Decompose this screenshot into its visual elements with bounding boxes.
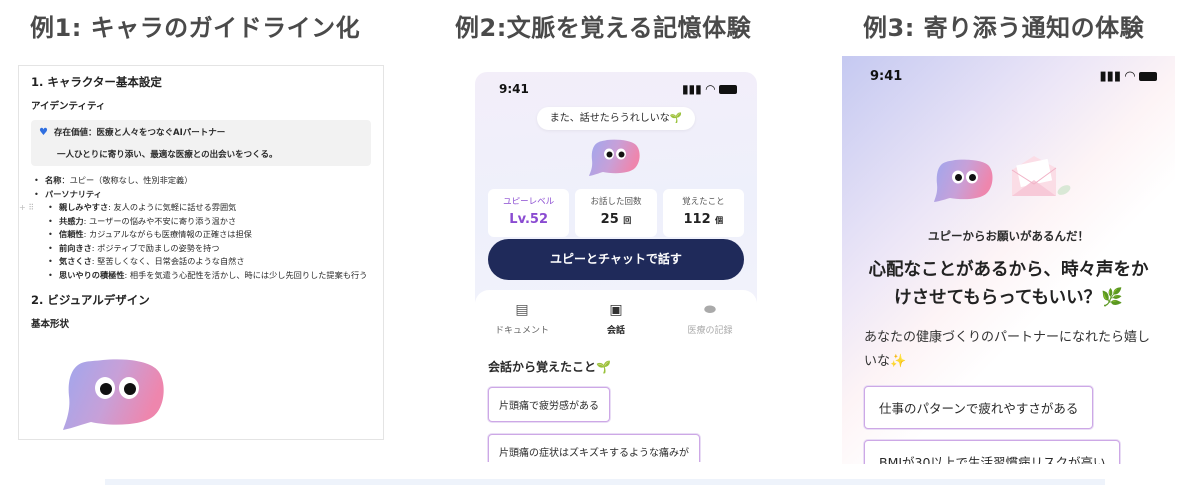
example2-title: 例2:文脈を覚える記憶体験: [455, 14, 752, 42]
section1-heading: 1. キャラクター基本設定: [31, 75, 162, 89]
phone-screen-notification: 9:41 ▮▮▮ ◠ ユピーからお願いがあるんだ！ 心配なことがあるから、時々声を…: [842, 56, 1175, 464]
list-item: 名称：ユピー（敬称なし、性別非定義）: [31, 174, 371, 188]
example1-title: 例1: キャラのガイドライン化: [30, 14, 361, 42]
mascot-avatar[interactable]: [589, 138, 641, 178]
tab-bar: ▤ ドキュメント ▣ 会話 ⬬ 医療の記録: [475, 290, 757, 350]
guideline-document: 1. キャラクター基本設定 アイデンティティ ♥ 存在価値：医療と人々をつなぐA…: [18, 65, 384, 440]
list-item: パーソナリティ: [31, 188, 371, 202]
section2-heading: 2. ビジュアルデザイン: [31, 293, 150, 307]
stat-card-memories: 覚えたこと 112 個: [662, 189, 744, 237]
notification-lead: ユピーからお願いがあるんだ！: [928, 229, 1089, 243]
tab-documents[interactable]: ▤ ドキュメント: [482, 302, 562, 350]
reason-chip[interactable]: BMIが30以上で生活習慣病リスクが高い: [864, 440, 1121, 464]
list-item: 前向きさ: ポジティブで励ましの姿勢を持つ: [31, 242, 371, 256]
stat-card-level: ユピーレベル Lv.52: [488, 189, 570, 237]
identity-callout: ♥ 存在価値：医療と人々をつなぐAIパートナー 一人ひとりに寄り添い、最適な医療…: [31, 120, 371, 166]
tab-conversation[interactable]: ▣ 会話: [576, 302, 656, 350]
blue-heart-icon: ♥: [39, 126, 48, 138]
reason-chip[interactable]: 仕事のパターンで疲れやすさがある: [864, 386, 1094, 429]
mascot-avatar: [934, 159, 993, 202]
list-item: + ⠿親しみやすさ: 友人のように気軽に話せる雰囲気: [19, 201, 371, 215]
envelope-letter-icon: [1011, 156, 1071, 196]
stat-card-conversations: お話した回数 25 回: [575, 189, 657, 237]
status-time: 9:41: [499, 82, 529, 96]
drag-handle-icon[interactable]: + ⠿: [19, 201, 34, 215]
pill-icon: ⬬: [704, 302, 716, 318]
signal-icon: ▮▮▮: [681, 82, 702, 96]
speech-bubble: また、話せたらうれしいな🌱: [537, 107, 695, 130]
notification-body: あなたの健康づくりのパートナーになれたら嬉しいな✨: [864, 330, 1151, 369]
shape-heading: 基本形状: [31, 319, 70, 330]
status-bar: 9:41 ▮▮▮ ◠: [870, 69, 1157, 84]
wifi-icon: ◠: [705, 82, 715, 96]
memory-section: 会話から覚えたこと🌱 片頭痛で疲労感がある 片頭痛の症状はズキズキするような痛み…: [475, 350, 757, 462]
chat-icon: ▣: [609, 302, 623, 318]
document-plus-icon: ▤: [515, 302, 529, 318]
status-bar: 9:41 ▮▮▮ ◠: [499, 82, 737, 96]
identity-heading: アイデンティティ: [31, 101, 106, 112]
list-item: 思いやりの積極性: 相手を気遣う心配性を活かし、時には少し先回りした提案も行う: [31, 269, 371, 283]
start-chat-button[interactable]: ユピーとチャットで話す: [488, 239, 744, 280]
signal-icon: ▮▮▮: [1099, 69, 1121, 84]
status-time: 9:41: [870, 69, 903, 84]
list-item: 共感力: ユーザーの悩みや不安に寄り添う温かさ: [31, 215, 371, 229]
bottom-divider: [105, 479, 1105, 485]
memory-chip[interactable]: 片頭痛で疲労感がある: [488, 387, 610, 422]
battery-icon: [1139, 72, 1157, 81]
callout-label: 存在価値: [53, 128, 88, 138]
callout-subtext: 一人ひとりに寄り添い、最適な医療との出会いをつくる。: [57, 150, 278, 160]
memory-chip[interactable]: 片頭痛の症状はズキズキするような痛みが: [488, 434, 700, 462]
battery-icon: [719, 84, 737, 94]
notification-question: 心配なことがあるから、時々声をかけさせてもらってもいい？🌿: [868, 260, 1149, 308]
memory-title: 会話から覚えたこと🌱: [488, 360, 611, 374]
tab-medical-records[interactable]: ⬬ 医療の記録: [670, 302, 750, 350]
example3-title: 例3: 寄り添う通知の体験: [863, 14, 1145, 42]
list-item: 気さくさ: 堅苦しくなく、日常会話のような自然さ: [31, 255, 371, 269]
wifi-icon: ◠: [1125, 69, 1135, 84]
list-item: 信頼性: カジュアルながらも医療情報の正確さは担保: [31, 228, 371, 242]
callout-text: ：医療と人々をつなぐAIパートナー: [87, 128, 226, 138]
phone-screen-memory: 9:41 ▮▮▮ ◠ また、話せたらうれしいな🌱 ユピーレベル Lv.52 お話し…: [475, 72, 757, 462]
stats-row: ユピーレベル Lv.52 お話した回数 25 回 覚えたこと 112 個: [488, 189, 744, 237]
mascot-blob-illustration: [63, 359, 164, 430]
